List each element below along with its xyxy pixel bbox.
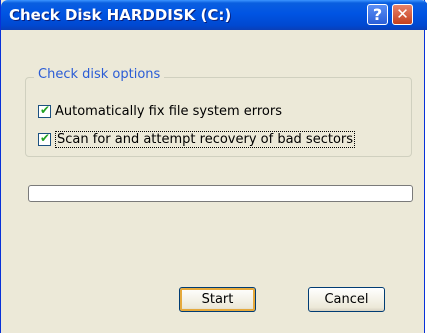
cancel-button[interactable]: Cancel	[308, 287, 385, 312]
check-mark-icon: ✔	[40, 103, 51, 117]
fix-errors-label[interactable]: Automatically fix file system errors	[55, 104, 282, 119]
scan-sectors-label[interactable]: Scan for and attempt recovery of bad sec…	[55, 131, 356, 148]
scan-sectors-option[interactable]: ✔ Scan for and attempt recovery of bad s…	[38, 131, 356, 148]
check-mark-icon: ✔	[40, 131, 51, 145]
start-button-label: Start	[201, 292, 234, 307]
start-button[interactable]: Start	[179, 287, 256, 312]
help-icon: ?	[372, 5, 383, 24]
close-button[interactable]: ✕	[392, 4, 413, 25]
fix-errors-checkbox[interactable]: ✔	[38, 103, 51, 118]
cancel-button-label: Cancel	[324, 292, 369, 307]
group-label: Check disk options	[34, 67, 165, 82]
fix-errors-option[interactable]: ✔ Automatically fix file system errors	[38, 103, 282, 119]
check-disk-dialog: Check Disk HARDDISK (C:) ? ✕ Check disk …	[0, 0, 427, 333]
window-title: Check Disk HARDDISK (C:)	[9, 6, 232, 24]
title-bar[interactable]: Check Disk HARDDISK (C:) ? ✕	[1, 0, 427, 30]
progress-bar	[28, 185, 413, 202]
close-icon: ✕	[396, 5, 409, 23]
help-button[interactable]: ?	[367, 4, 388, 25]
scan-sectors-checkbox[interactable]: ✔	[38, 131, 51, 146]
